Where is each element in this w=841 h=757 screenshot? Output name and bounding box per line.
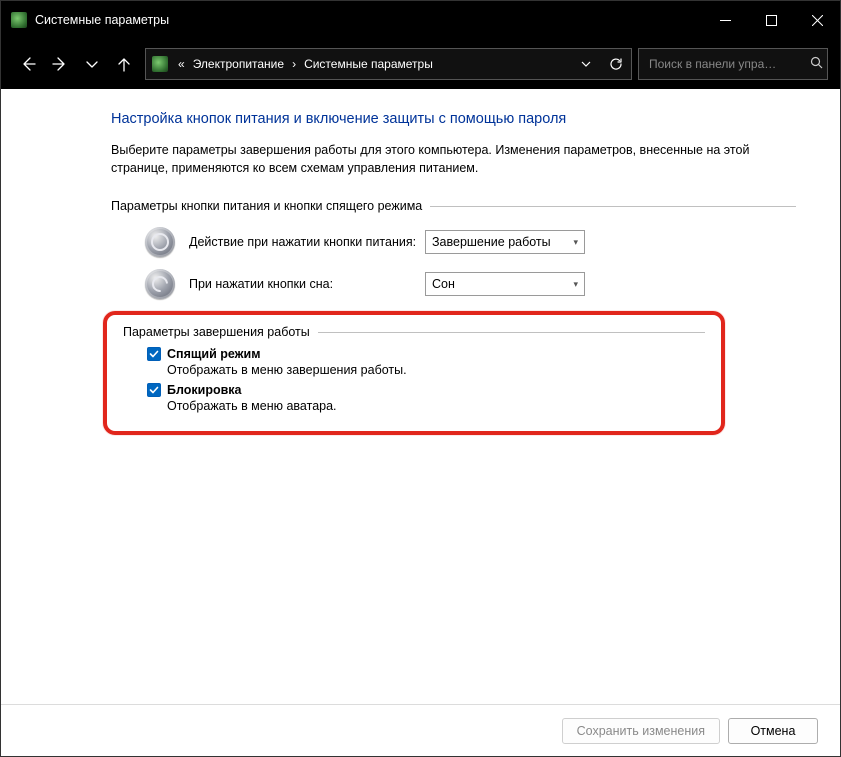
search-icon xyxy=(810,56,823,72)
page-description: Выберите параметры завершения работы для… xyxy=(111,141,796,177)
page-title: Настройка кнопок питания и включение защ… xyxy=(111,111,796,127)
breadcrumb-item[interactable]: Электропитание xyxy=(189,57,288,71)
content: Настройка кнопок питания и включение защ… xyxy=(1,89,840,704)
highlight-box: Параметры завершения работы Спящий режим… xyxy=(103,311,725,435)
nav-arrows xyxy=(13,48,139,80)
chevron-right-icon: › xyxy=(288,57,300,71)
select-value: Завершение работы xyxy=(432,235,551,249)
option-lock: Блокировка Отображать в меню аватара. xyxy=(147,383,705,413)
lock-checkbox[interactable] xyxy=(147,383,161,397)
power-action-select[interactable]: Завершение работы ▾ xyxy=(425,230,585,254)
cancel-button[interactable]: Отмена xyxy=(728,718,818,744)
back-button[interactable] xyxy=(13,48,43,80)
search-input[interactable] xyxy=(647,56,806,72)
option-subtitle: Отображать в меню аватара. xyxy=(167,399,705,413)
refresh-button[interactable] xyxy=(601,49,631,79)
address-actions xyxy=(571,49,631,79)
power-button-label: Действие при нажатии кнопки питания: xyxy=(189,235,425,249)
navbar: « Электропитание › Системные параметры xyxy=(1,39,840,89)
address-icon xyxy=(146,56,174,72)
chevron-down-icon: ▾ xyxy=(573,237,578,248)
power-icon xyxy=(145,227,175,257)
up-button[interactable] xyxy=(109,48,139,80)
section-label: Параметры завершения работы xyxy=(123,325,310,339)
section-line xyxy=(430,206,796,207)
sleep-button-row: При нажатии кнопки сна: Сон ▾ xyxy=(111,269,796,299)
titlebar: Системные параметры xyxy=(1,1,840,39)
breadcrumb-item[interactable]: Системные параметры xyxy=(300,57,437,71)
recent-button[interactable] xyxy=(77,48,107,80)
search-box[interactable] xyxy=(638,48,828,80)
section-header-shutdown: Параметры завершения работы xyxy=(123,325,705,339)
select-value: Сон xyxy=(432,277,455,291)
section-header-buttons: Параметры кнопки питания и кнопки спящег… xyxy=(111,199,796,213)
section-label: Параметры кнопки питания и кнопки спящег… xyxy=(111,199,422,213)
close-button[interactable] xyxy=(794,1,840,39)
power-button-row: Действие при нажатии кнопки питания: Зав… xyxy=(111,227,796,257)
address-bar[interactable]: « Электропитание › Системные параметры xyxy=(145,48,632,80)
minimize-button[interactable] xyxy=(702,1,748,39)
sleep-action-select[interactable]: Сон ▾ xyxy=(425,272,585,296)
crumb-sep-root: « xyxy=(174,57,189,71)
option-title: Блокировка xyxy=(167,383,242,397)
chevron-down-icon: ▾ xyxy=(573,279,578,290)
footer: Сохранить изменения Отмена xyxy=(1,704,840,756)
breadcrumbs: « Электропитание › Системные параметры xyxy=(174,57,571,71)
maximize-button[interactable] xyxy=(748,1,794,39)
option-title: Спящий режим xyxy=(167,347,260,361)
sleep-button-label: При нажатии кнопки сна: xyxy=(189,277,425,291)
option-subtitle: Отображать в меню завершения работы. xyxy=(167,363,705,377)
address-dropdown-button[interactable] xyxy=(571,49,601,79)
sleep-icon xyxy=(145,269,175,299)
window-controls xyxy=(702,1,840,39)
option-sleep-mode: Спящий режим Отображать в меню завершени… xyxy=(147,347,705,377)
titlebar-left: Системные параметры xyxy=(11,12,169,28)
save-button[interactable]: Сохранить изменения xyxy=(562,718,720,744)
section-line xyxy=(318,332,705,333)
sleep-mode-checkbox[interactable] xyxy=(147,347,161,361)
app-icon xyxy=(11,12,27,28)
window-title: Системные параметры xyxy=(35,13,169,27)
window: Системные параметры xyxy=(0,0,841,757)
forward-button[interactable] xyxy=(45,48,75,80)
